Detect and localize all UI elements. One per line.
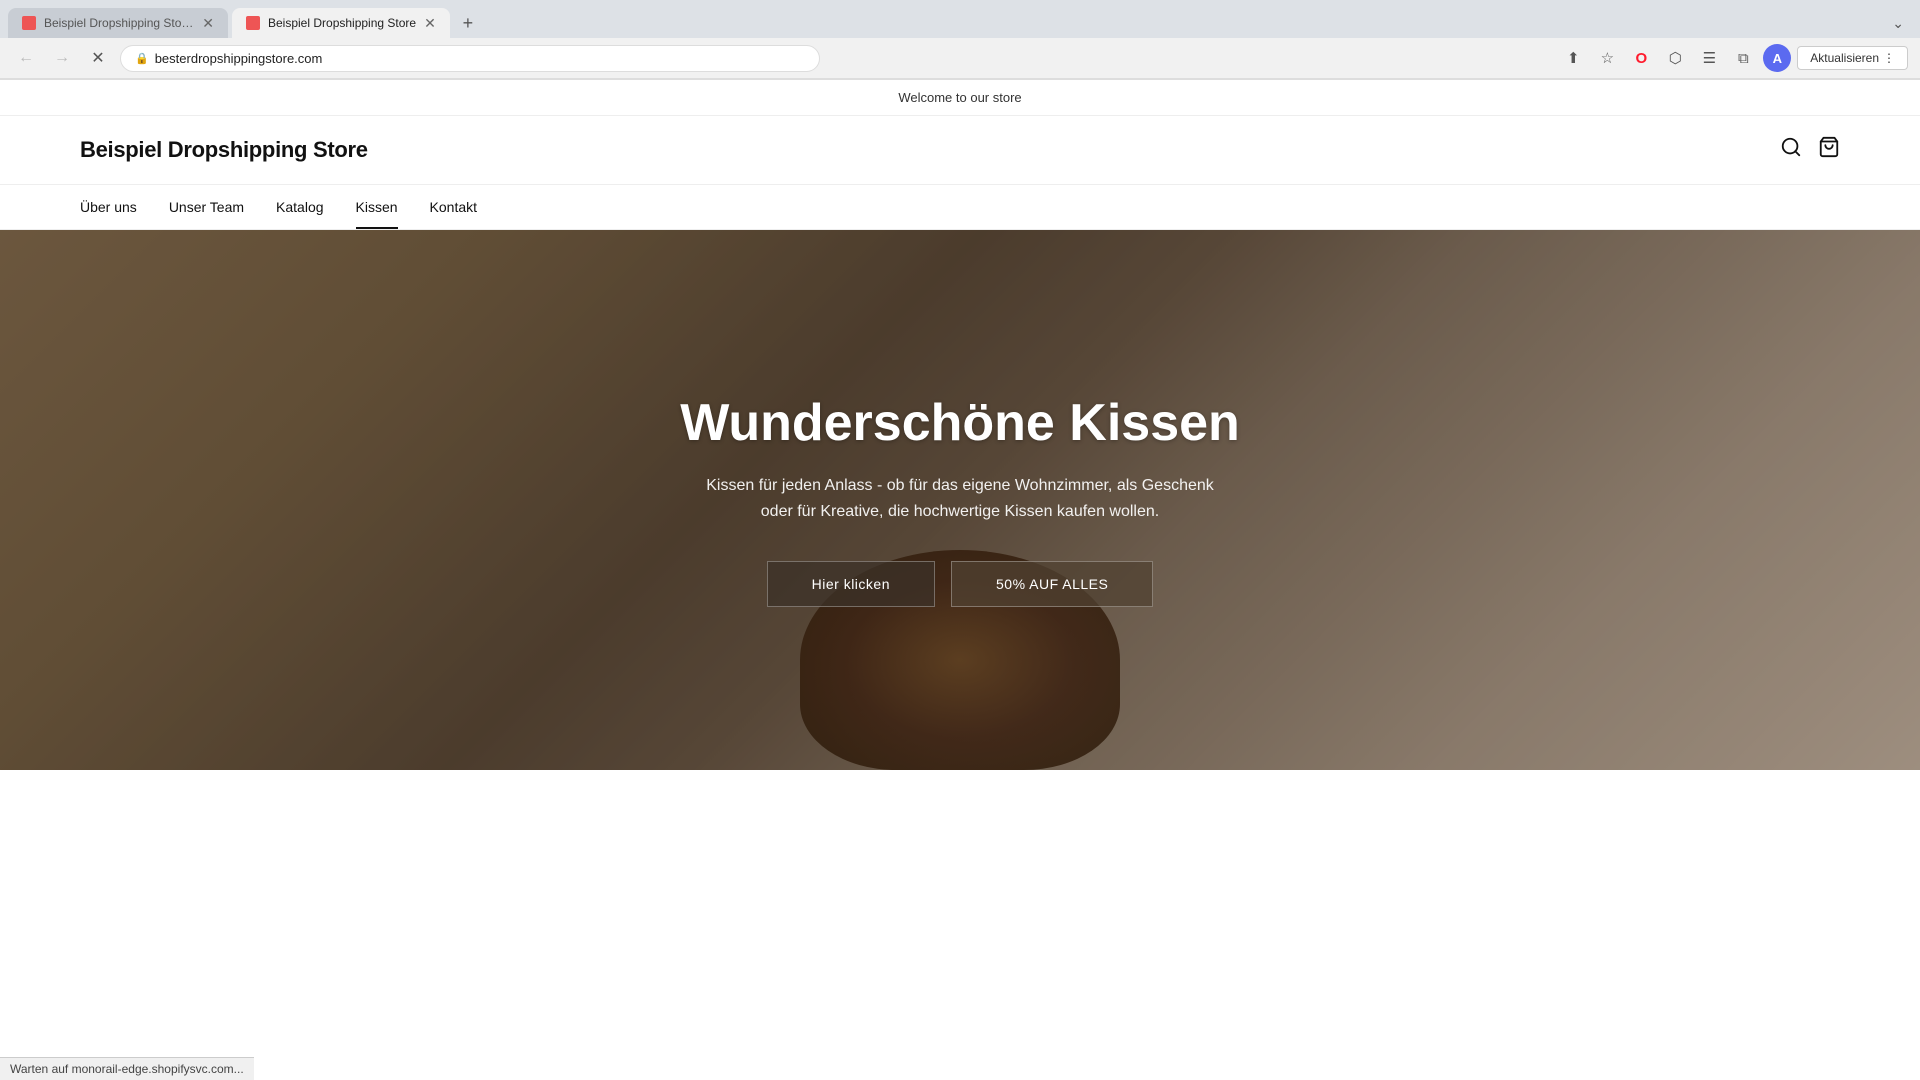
nav-item-katalog[interactable]: Katalog (276, 185, 323, 229)
store-header: Beispiel Dropshipping Store (0, 116, 1920, 185)
announcement-bar: Welcome to our store (0, 80, 1920, 116)
share-button[interactable]: ⬆ (1559, 44, 1587, 72)
back-button[interactable]: ← (12, 44, 40, 72)
status-text: Warten auf monorail-edge.shopifysvc.com.… (10, 1062, 244, 1076)
update-button[interactable]: Aktualisieren ⋮ (1797, 46, 1908, 70)
tab1-title: Beispiel Dropshipping Store · ... (44, 16, 194, 30)
nav-item-kontakt[interactable]: Kontakt (430, 185, 477, 229)
browser-actions: ⬆ ☆ O ⬡ ☰ ⧉ A Aktualisieren ⋮ (1559, 44, 1908, 72)
nav-item-ueber-uns[interactable]: Über uns (80, 185, 137, 229)
hero-buttons: Hier klicken 50% AUF ALLES (767, 561, 1154, 607)
store-logo[interactable]: Beispiel Dropshipping Store (80, 137, 368, 163)
bookmark-button[interactable]: ☆ (1593, 44, 1621, 72)
store-nav: Über uns Unser Team Katalog Kissen Konta… (0, 185, 1920, 230)
profile-avatar[interactable]: A (1763, 44, 1791, 72)
update-btn-more-icon: ⋮ (1883, 51, 1895, 65)
tab1-favicon (22, 16, 36, 30)
tab-bar: Beispiel Dropshipping Store · ... ✕ Beis… (0, 0, 1920, 38)
nav-item-unser-team[interactable]: Unser Team (169, 185, 244, 229)
tab-bar-chevron-icon[interactable]: ⌄ (1884, 11, 1912, 36)
opera-icon[interactable]: O (1627, 44, 1655, 72)
tab-bar-right: ⌄ (1884, 11, 1912, 36)
sidebar-button[interactable]: ☰ (1695, 44, 1723, 72)
store-page: Welcome to our store Beispiel Dropshippi… (0, 80, 1920, 770)
url-bar[interactable]: 🔒 besterdropshippingstore.com (120, 45, 820, 72)
search-button[interactable] (1780, 136, 1802, 164)
tab2-close-icon[interactable]: ✕ (424, 16, 436, 30)
browser-tab-1[interactable]: Beispiel Dropshipping Store · ... ✕ (8, 8, 228, 38)
update-btn-label: Aktualisieren (1810, 51, 1879, 65)
hero-primary-button[interactable]: Hier klicken (767, 561, 935, 607)
hero-subtitle: Kissen für jeden Anlass - ob für das eig… (700, 473, 1220, 524)
cart-button[interactable] (1818, 136, 1840, 164)
hero-secondary-button[interactable]: 50% AUF ALLES (951, 561, 1153, 607)
browser-tab-2[interactable]: Beispiel Dropshipping Store ✕ (232, 8, 450, 38)
new-tab-button[interactable]: + (454, 9, 482, 37)
browser-chrome: Beispiel Dropshipping Store · ... ✕ Beis… (0, 0, 1920, 80)
lock-icon: 🔒 (135, 52, 149, 65)
split-button[interactable]: ⧉ (1729, 44, 1757, 72)
tab2-favicon (246, 16, 260, 30)
header-icons (1780, 136, 1840, 164)
forward-button[interactable]: → (48, 44, 76, 72)
extensions-button[interactable]: ⬡ (1661, 44, 1689, 72)
tab1-close-icon[interactable]: ✕ (202, 16, 214, 30)
hero-content: Wunderschöne Kissen Kissen für jeden Anl… (0, 230, 1920, 770)
hero-section: Wunderschöne Kissen Kissen für jeden Anl… (0, 230, 1920, 770)
url-text: besterdropshippingstore.com (155, 51, 323, 66)
nav-item-kissen[interactable]: Kissen (356, 185, 398, 229)
status-bar: Warten auf monorail-edge.shopifysvc.com.… (0, 1057, 254, 1080)
tab2-title: Beispiel Dropshipping Store (268, 16, 416, 30)
address-bar: ← → ✕ 🔒 besterdropshippingstore.com ⬆ ☆ … (0, 38, 1920, 79)
reload-button[interactable]: ✕ (84, 44, 112, 72)
announcement-text: Welcome to our store (898, 90, 1021, 105)
hero-title: Wunderschöne Kissen (680, 393, 1240, 453)
